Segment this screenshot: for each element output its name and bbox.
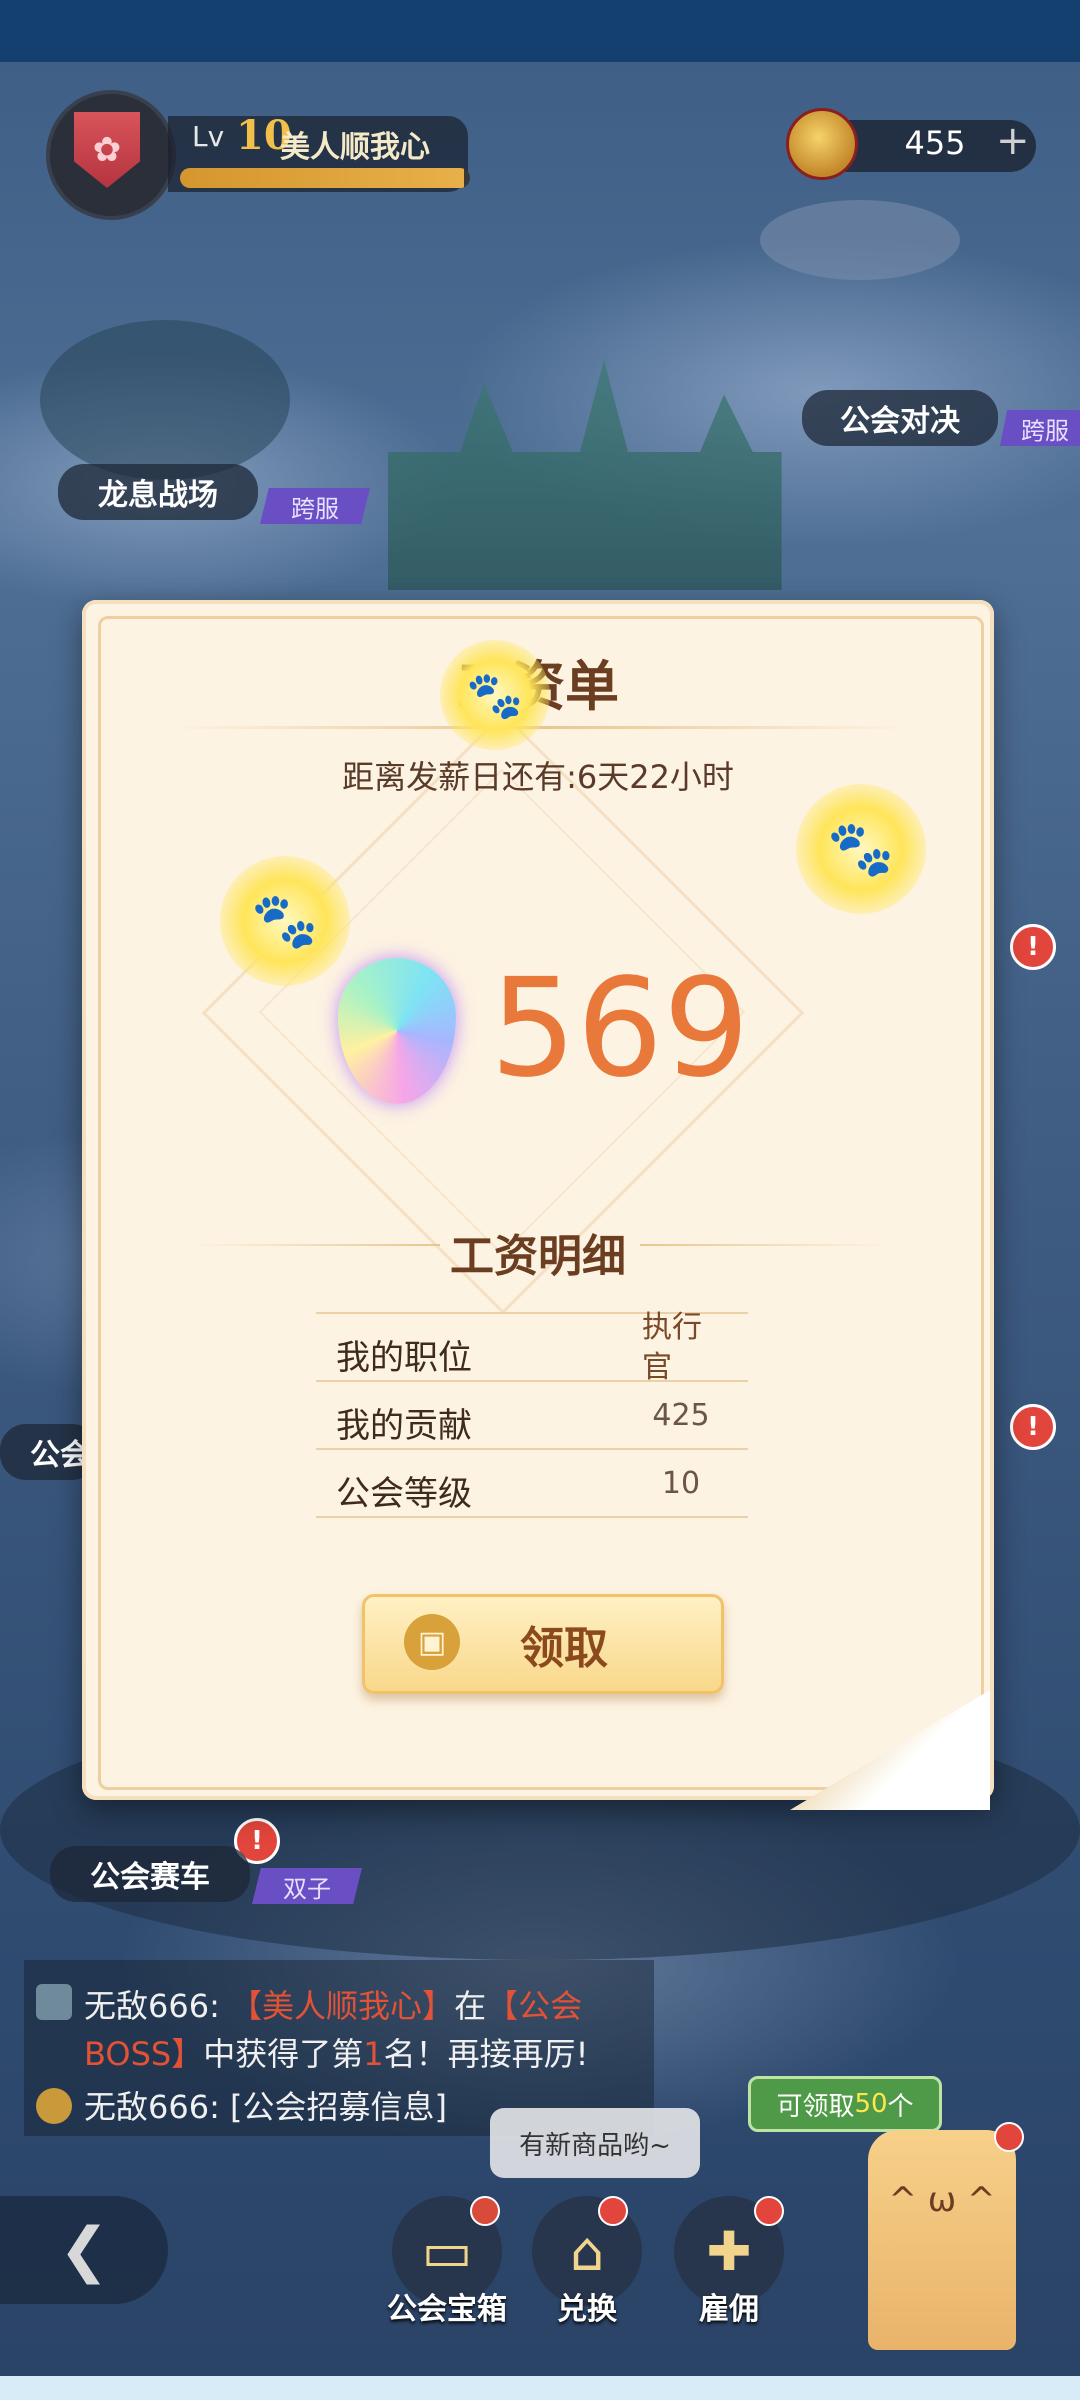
chat-message-1: 无敌666: 【美人顺我心】在【公会BOSS】中获得了第1名！再接再厉! <box>84 1982 644 2078</box>
chat-text: 在 <box>454 1987 487 2025</box>
chat-rank: 1 <box>363 2035 384 2073</box>
chevron-left-icon: ❮ <box>58 2215 110 2285</box>
chat-highlight-player: 【美人顺我心】 <box>230 1987 455 2025</box>
table-row: 公会等级 10 <box>316 1448 748 1518</box>
table-row: 我的贡献 425 <box>316 1380 748 1448</box>
row-value: 425 <box>652 1398 710 1433</box>
level-prefix: Lv <box>192 120 225 153</box>
row-key: 我的职位 <box>336 1338 472 1378</box>
row-key: 公会等级 <box>336 1474 472 1514</box>
map-label-dragon-battlefield[interactable]: 龙息战场 <box>58 464 258 520</box>
alert-badge[interactable]: ! <box>1010 924 1056 970</box>
detail-title: 工资明细 <box>450 1231 626 1282</box>
row-value: 执行官 <box>642 1310 702 1385</box>
claimable-suffix: 个 <box>887 2091 914 2122</box>
chat-text: [公会招募信息] <box>230 2088 448 2126</box>
paw-icon: 🐾 <box>220 856 350 986</box>
map-tag-gemini: 双子 <box>252 1868 362 1904</box>
claimable-count: 50 <box>854 2089 888 2119</box>
salary-amount: 569 <box>490 950 750 1108</box>
salary-detail-table: 我的职位 执行官 我的贡献 425 公会等级 10 <box>316 1310 748 1518</box>
dock-label-exchange[interactable]: 兑换 <box>532 2284 642 2328</box>
dock-label-hire[interactable]: 雇佣 <box>674 2284 784 2328</box>
airship <box>760 200 960 280</box>
status-bar <box>0 0 1080 62</box>
chat-text: 中获得了第 <box>203 2035 364 2073</box>
chat-text: 名！再接再厉! <box>383 2035 589 2073</box>
notification-dot <box>598 2196 628 2226</box>
chat-message-2: 无敌666: [公会招募信息] <box>84 2082 447 2128</box>
medal-coin-icon <box>786 108 858 180</box>
cat-face-icon: ^ ω ^ <box>888 2180 996 2220</box>
navigation-bar <box>0 2376 1080 2400</box>
paw-icon: 🐾 <box>796 784 926 914</box>
notification-dot <box>754 2196 784 2226</box>
claimable-prefix: 可领取 <box>776 2091 855 2122</box>
dock-label-guild-chest[interactable]: 公会宝箱 <box>372 2284 522 2328</box>
currency-amount: 455 <box>904 124 966 162</box>
table-row: 我的职位 执行官 <box>316 1310 748 1385</box>
add-currency-button[interactable]: + <box>996 118 1030 164</box>
exp-bar <box>180 168 470 188</box>
map-label-guild-race[interactable]: 公会赛车 <box>50 1846 250 1902</box>
globe-icon <box>36 2088 72 2124</box>
exp-bar-fill <box>180 168 465 188</box>
row-key: 我的贡献 <box>336 1406 472 1446</box>
notification-dot <box>470 2196 500 2226</box>
chat-sender: 无敌666: <box>84 1987 231 2025</box>
cat-mascot[interactable] <box>868 2130 1016 2350</box>
map-tag-cross-server: 跨服 <box>260 488 370 524</box>
map-tag-cross-server-2: 跨服 <box>1000 410 1080 446</box>
guild-chat-icon <box>36 1984 72 2020</box>
gift-icon: ▣ <box>404 1614 460 1670</box>
notification-dot <box>994 2122 1024 2152</box>
claim-button-label[interactable]: 领取 <box>520 1612 608 1676</box>
alert-badge[interactable]: ! <box>1010 1404 1056 1450</box>
player-name: 美人顺我心 <box>280 130 430 165</box>
chat-sender: 无敌666: <box>84 2088 231 2126</box>
map-label-guild-duel[interactable]: 公会对决 <box>802 390 998 446</box>
paw-icon: 🐾 <box>440 640 550 750</box>
floating-island <box>40 320 290 480</box>
back-button[interactable]: ❮ <box>0 2196 168 2304</box>
new-items-bubble: 有新商品哟~ <box>490 2108 700 2178</box>
claimable-badge: 可领取 50 个 <box>748 2076 942 2132</box>
row-value: 10 <box>661 1466 701 1501</box>
